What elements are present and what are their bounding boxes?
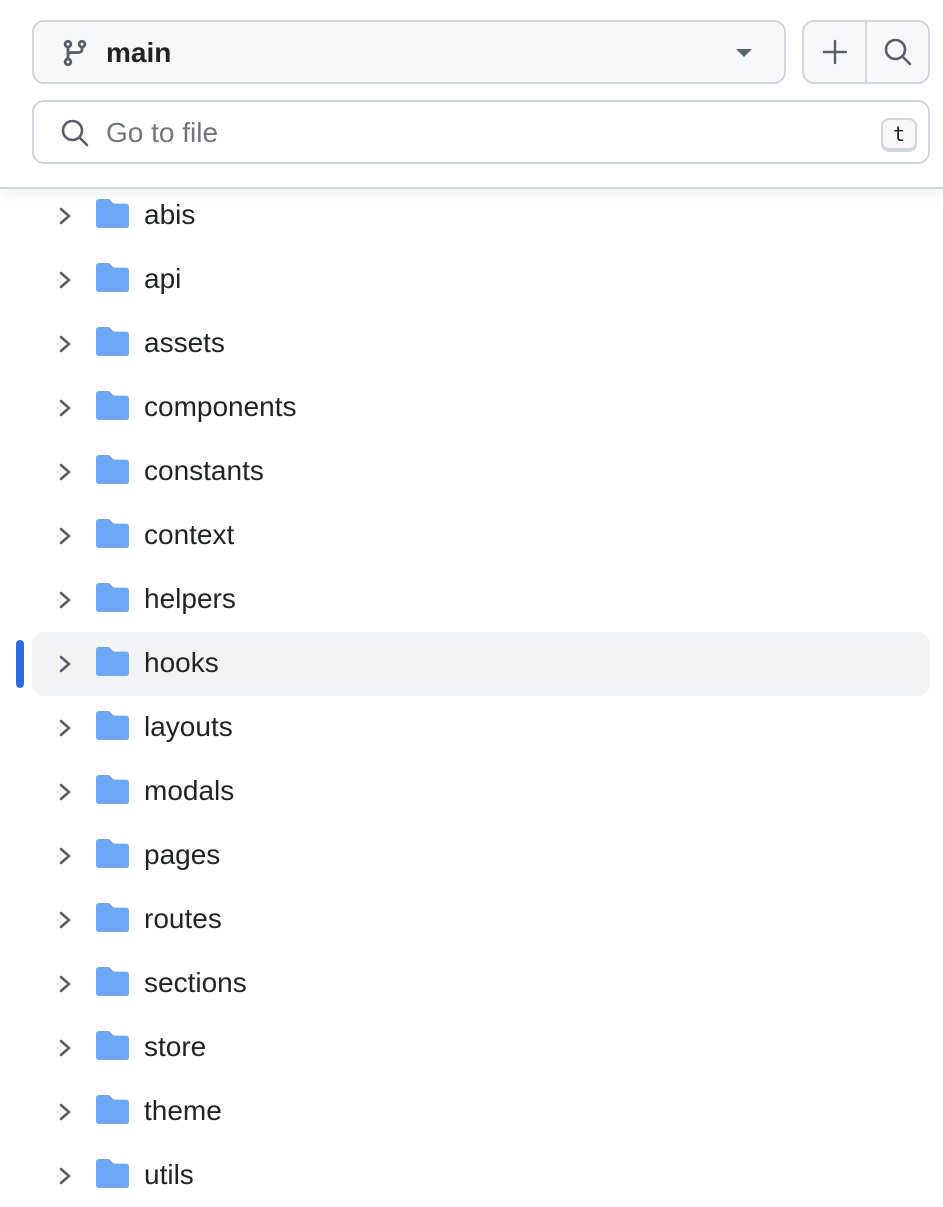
tree-item-pages[interactable]: pages xyxy=(32,824,930,888)
chevron-right-icon[interactable] xyxy=(54,972,76,996)
tree-item-label: layouts xyxy=(144,711,233,742)
tree-item-components[interactable]: components xyxy=(32,376,930,440)
tree-item-label: assets xyxy=(144,327,225,358)
tree-item-label: constants xyxy=(144,455,264,486)
chevron-right-icon[interactable] xyxy=(54,396,76,420)
keyboard-shortcut-hint: t xyxy=(881,118,917,152)
tree-item-routes[interactable]: routes xyxy=(32,888,930,952)
tree-item-label: utils xyxy=(144,1159,194,1190)
folder-icon xyxy=(96,583,129,612)
tree-item-label: api xyxy=(144,263,182,294)
chevron-right-icon[interactable] xyxy=(54,204,76,228)
go-to-file-field: t xyxy=(32,100,930,164)
tree-item-label: abis xyxy=(144,199,196,230)
folder-icon xyxy=(96,1095,129,1124)
tree-item-hooks[interactable]: hooks xyxy=(32,632,930,696)
tree-item-label: sections xyxy=(144,967,247,998)
tree-item-sections[interactable]: sections xyxy=(32,952,930,1016)
folder-icon xyxy=(96,199,129,228)
chevron-right-icon[interactable] xyxy=(54,332,76,356)
chevron-right-icon[interactable] xyxy=(54,908,76,932)
file-tree: abis api assets components constants context h… xyxy=(0,189,943,1207)
selection-indicator xyxy=(16,640,24,688)
folder-icon xyxy=(96,455,129,484)
tree-item-label: store xyxy=(144,1031,207,1062)
branch-name: main xyxy=(106,37,172,68)
tree-item-modals[interactable]: modals xyxy=(32,760,930,824)
tree-actions-group xyxy=(802,20,930,84)
tree-item-label: theme xyxy=(144,1095,222,1126)
tree-item-label: components xyxy=(144,391,297,422)
chevron-right-icon[interactable] xyxy=(54,1036,76,1060)
chevron-right-icon[interactable] xyxy=(54,460,76,484)
tree-item-store[interactable]: store xyxy=(32,1016,930,1080)
chevron-right-icon[interactable] xyxy=(54,524,76,548)
chevron-right-icon[interactable] xyxy=(54,844,76,868)
folder-icon xyxy=(96,391,129,420)
add-file-button[interactable] xyxy=(804,22,865,82)
tree-item-helpers[interactable]: helpers xyxy=(32,568,930,632)
folder-icon xyxy=(96,1031,129,1060)
chevron-right-icon[interactable] xyxy=(54,716,76,740)
folder-icon xyxy=(96,903,129,932)
folder-icon xyxy=(96,967,129,996)
chevron-right-icon[interactable] xyxy=(54,1100,76,1124)
tree-item-abis[interactable]: abis xyxy=(32,189,930,248)
tree-item-assets[interactable]: assets xyxy=(32,312,930,376)
search-files-button[interactable] xyxy=(865,22,928,82)
plus-icon xyxy=(822,39,847,65)
tree-item-theme[interactable]: theme xyxy=(32,1080,930,1144)
tree-item-constants[interactable]: constants xyxy=(32,440,930,504)
chevron-right-icon[interactable] xyxy=(54,780,76,804)
tree-item-label: pages xyxy=(144,839,221,870)
folder-icon xyxy=(96,647,129,676)
tree-item-label: context xyxy=(144,519,235,550)
chevron-right-icon[interactable] xyxy=(54,1164,76,1188)
chevron-right-icon[interactable] xyxy=(54,268,76,292)
folder-icon xyxy=(96,263,129,292)
tree-item-label: modals xyxy=(144,775,235,806)
branch-selector-button[interactable]: main xyxy=(32,20,786,84)
git-branch-icon xyxy=(63,39,87,67)
search-icon xyxy=(884,38,911,66)
folder-icon xyxy=(96,775,129,804)
chevron-right-icon[interactable] xyxy=(54,652,76,676)
folder-icon xyxy=(96,839,129,868)
folder-icon xyxy=(96,711,129,740)
go-to-file-input[interactable] xyxy=(106,112,886,154)
search-icon xyxy=(61,119,89,147)
folder-icon xyxy=(96,327,129,356)
caret-down-icon xyxy=(736,49,752,57)
folder-icon xyxy=(96,1159,129,1188)
tree-item-context[interactable]: context xyxy=(32,504,930,568)
tree-item-label: routes xyxy=(144,903,222,934)
tree-item-label: helpers xyxy=(144,583,236,614)
tree-item-layouts[interactable]: layouts xyxy=(32,696,930,760)
tree-item-label: hooks xyxy=(144,647,219,678)
folder-icon xyxy=(96,519,129,548)
chevron-right-icon[interactable] xyxy=(54,588,76,612)
tree-item-utils[interactable]: utils xyxy=(32,1144,930,1207)
file-tree-header: main t xyxy=(0,0,943,189)
tree-item-api[interactable]: api xyxy=(32,248,930,312)
